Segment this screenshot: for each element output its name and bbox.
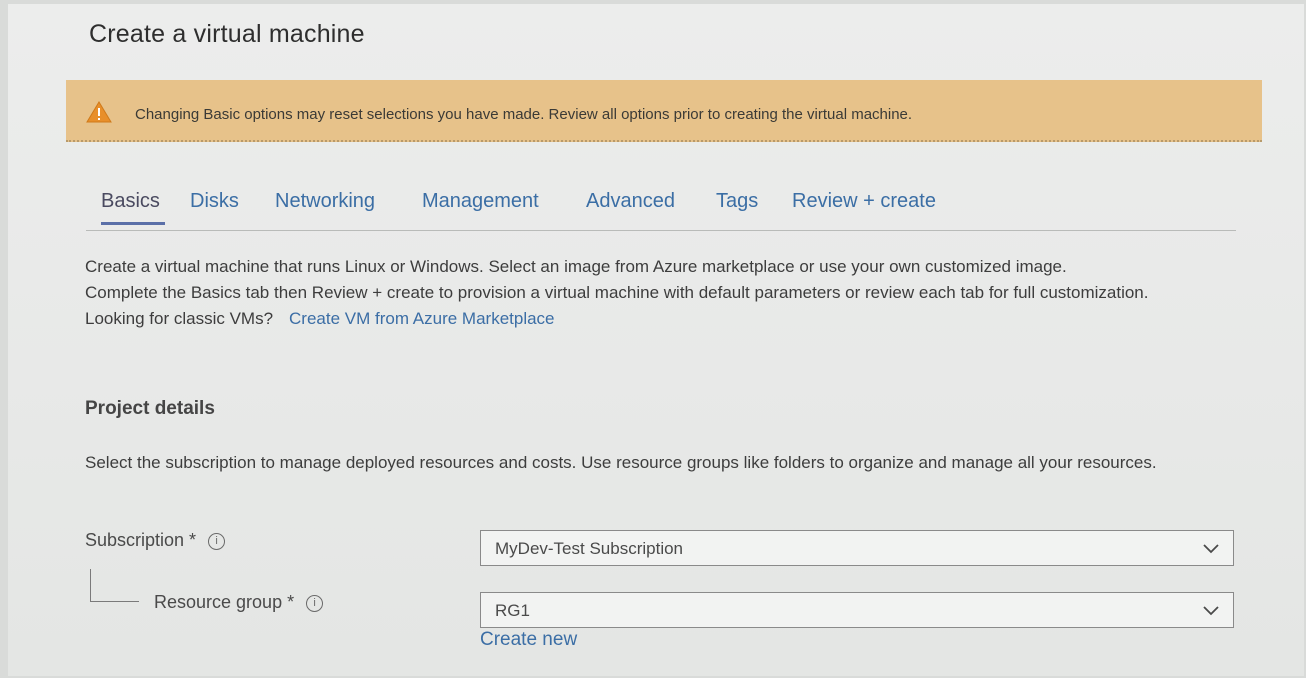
resource-group-value: RG1 [495, 601, 530, 620]
create-vm-marketplace-link[interactable]: Create VM from Azure Marketplace [289, 309, 554, 328]
subscription-select[interactable]: MyDev-Test Subscription [480, 530, 1234, 566]
resource-group-label: Resource group * [154, 592, 295, 612]
intro-line-1: Create a virtual machine that runs Linux… [85, 257, 1067, 276]
subscription-label: Subscription * [85, 530, 197, 550]
info-icon[interactable]: i [208, 533, 226, 550]
info-icon[interactable]: i [306, 595, 324, 612]
create-vm-page: Create a virtual machine Changing Basic … [8, 4, 1304, 676]
project-details-heading: Project details [85, 398, 215, 419]
tab-advanced[interactable]: Advanced [586, 190, 675, 213]
tab-management[interactable]: Management [422, 190, 539, 213]
page-title: Create a virtual machine [89, 20, 365, 48]
warning-text: Changing Basic options may reset selecti… [135, 106, 913, 123]
warning-triangle-icon [86, 101, 112, 123]
tree-connector [90, 569, 139, 602]
chevron-down-icon [1203, 606, 1219, 616]
tab-bar: Basics Disks Networking Management Advan… [86, 186, 1236, 231]
subscription-value: MyDev-Test Subscription [495, 539, 684, 558]
resource-group-select[interactable]: RG1 [480, 592, 1234, 628]
warning-banner: Changing Basic options may reset selecti… [66, 80, 1262, 142]
active-tab-indicator [101, 222, 165, 225]
resource-group-label-row: Resource group * i [154, 592, 324, 613]
intro-line-2: Complete the Basics tab then Review + cr… [85, 283, 1149, 302]
project-details-description: Select the subscription to manage deploy… [85, 453, 1157, 472]
intro-text: Create a virtual machine that runs Linux… [85, 254, 1255, 332]
tab-basics[interactable]: Basics [101, 190, 160, 213]
tab-disks[interactable]: Disks [190, 190, 239, 213]
chevron-down-icon [1203, 544, 1219, 554]
tab-tags[interactable]: Tags [716, 190, 758, 213]
subscription-label-row: Subscription * i [85, 530, 226, 551]
classic-vm-prompt: Looking for classic VMs? [85, 309, 274, 328]
tab-review-create[interactable]: Review + create [792, 190, 936, 213]
tab-networking[interactable]: Networking [275, 190, 375, 213]
classic-vm-row: Looking for classic VMs? Create VM from A… [85, 306, 1255, 332]
create-new-resource-group-link[interactable]: Create new [480, 629, 577, 651]
